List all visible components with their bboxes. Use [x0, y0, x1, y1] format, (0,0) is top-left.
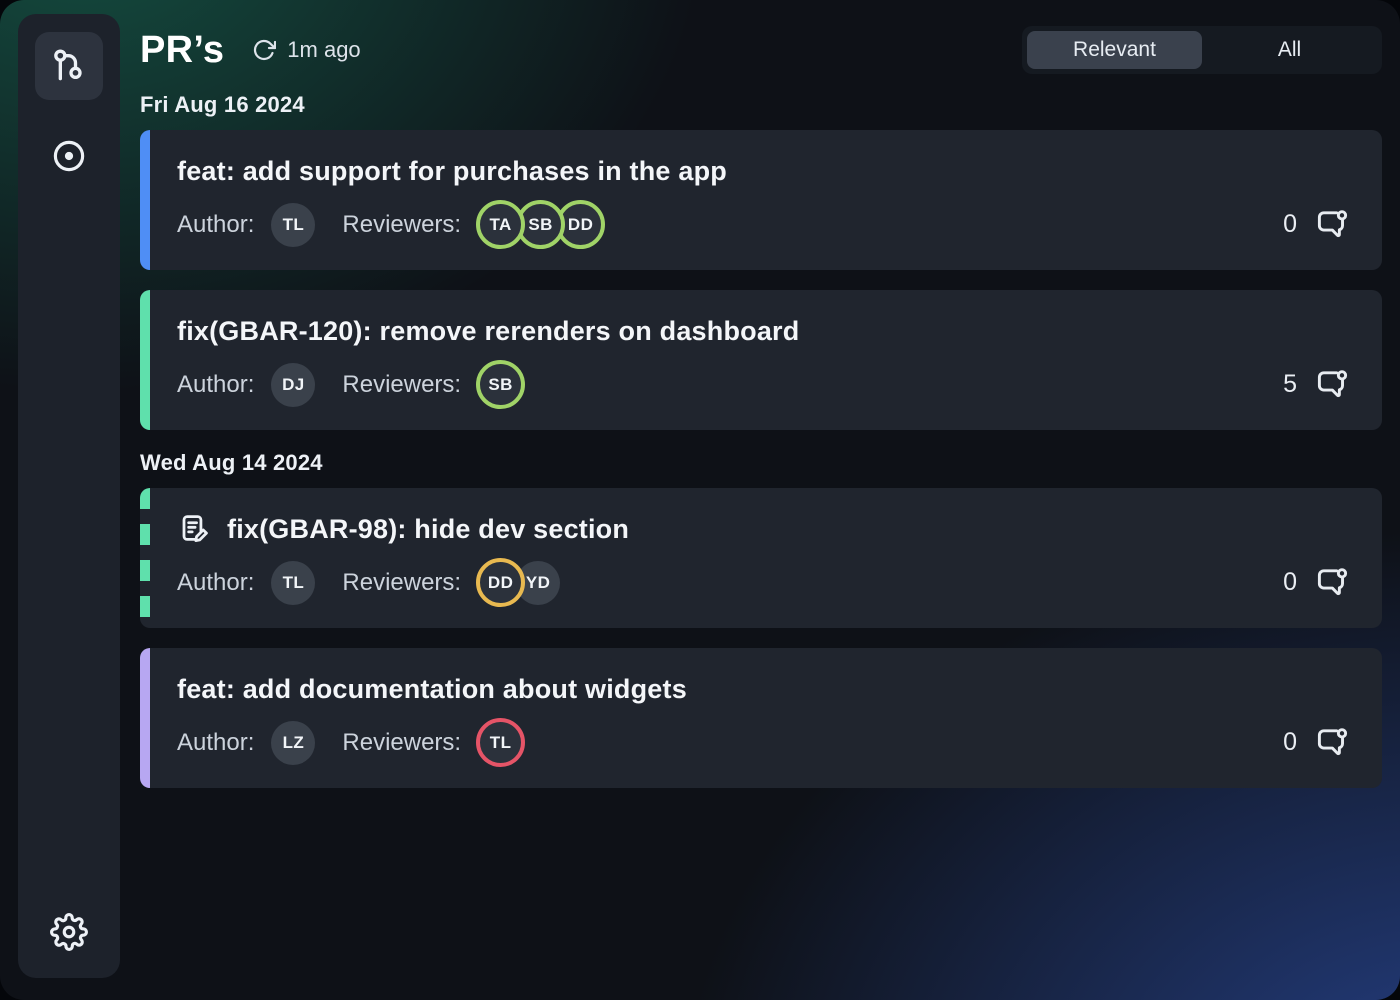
pr-card[interactable]: fix(GBAR-98): hide dev section Author: T… — [140, 488, 1382, 628]
comment-icon[interactable] — [1314, 564, 1351, 601]
author-avatar: TL — [271, 203, 315, 247]
header: PR’s 1m ago Relevant All — [140, 24, 1382, 76]
reviewer-avatars: SB — [476, 360, 525, 409]
pr-title: feat: add documentation about widgets — [177, 674, 687, 705]
comment-count: 0 — [1283, 728, 1297, 757]
comment-icon[interactable] — [1314, 366, 1351, 403]
issue-circle-dot-icon — [50, 137, 88, 175]
pr-card[interactable]: feat: add support for purchases in the a… — [140, 130, 1382, 270]
pr-title: fix(GBAR-98): hide dev section — [227, 514, 629, 545]
comment-count: 0 — [1283, 568, 1297, 597]
reviewer-avatars: TL — [476, 718, 525, 767]
pr-feed: Fri Aug 16 2024 feat: add support for pu… — [140, 92, 1382, 788]
app-window: PR’s 1m ago Relevant All Fri Aug 16 2024 — [0, 0, 1400, 1000]
sidebar-item-settings[interactable] — [47, 910, 91, 954]
git-pull-request-icon — [49, 46, 89, 86]
author-avatar: TL — [271, 561, 315, 605]
sidebar-item-issues[interactable] — [47, 134, 91, 178]
pr-status-accent-bar — [140, 290, 150, 430]
filter-option-relevant[interactable]: Relevant — [1027, 31, 1202, 69]
pr-status-accent-bar — [140, 130, 150, 270]
filter-toggle: Relevant All — [1022, 26, 1382, 74]
comments: 5 — [1283, 366, 1352, 403]
pr-status-accent-bar — [140, 648, 150, 788]
comment-icon[interactable] — [1314, 724, 1351, 761]
author-label: Author: — [177, 211, 254, 239]
reviewer-avatars: TASBDD — [476, 200, 605, 249]
author-label: Author: — [177, 729, 254, 757]
author-label: Author: — [177, 371, 254, 399]
reviewer-avatar: TA — [476, 200, 525, 249]
refresh-area: 1m ago — [252, 37, 360, 63]
reviewers-label: Reviewers: — [342, 729, 461, 757]
comment-count: 5 — [1283, 370, 1297, 399]
pr-card[interactable]: fix(GBAR-120): remove rerenders on dashb… — [140, 290, 1382, 430]
reviewer-avatar: SB — [476, 360, 525, 409]
draft-pr-icon — [177, 512, 212, 547]
pr-card[interactable]: feat: add documentation about widgets Au… — [140, 648, 1382, 788]
comments: 0 — [1283, 724, 1352, 761]
sidebar — [18, 14, 120, 978]
reviewer-avatar: TL — [476, 718, 525, 767]
date-group: Fri Aug 16 2024 feat: add support for pu… — [140, 92, 1382, 430]
gear-icon — [50, 913, 88, 951]
reviewer-avatar: DD — [476, 558, 525, 607]
pr-title: fix(GBAR-120): remove rerenders on dashb… — [177, 316, 799, 347]
author-avatar: LZ — [271, 721, 315, 765]
main-content: PR’s 1m ago Relevant All Fri Aug 16 2024 — [140, 24, 1382, 808]
refresh-icon[interactable] — [252, 38, 276, 62]
author-avatar: DJ — [271, 363, 315, 407]
author-label: Author: — [177, 569, 254, 597]
reviewers-label: Reviewers: — [342, 371, 461, 399]
comment-count: 0 — [1283, 210, 1297, 239]
page-title: PR’s — [140, 29, 224, 72]
filter-option-all[interactable]: All — [1202, 31, 1377, 69]
comments: 0 — [1283, 564, 1352, 601]
date-heading: Fri Aug 16 2024 — [140, 92, 1382, 118]
date-heading: Wed Aug 14 2024 — [140, 450, 1382, 476]
comments: 0 — [1283, 206, 1352, 243]
pr-status-accent-bar — [140, 488, 150, 628]
date-group: Wed Aug 14 2024 fix(GBAR-98): hide dev s… — [140, 450, 1382, 788]
card-list: feat: add support for purchases in the a… — [140, 130, 1382, 430]
pr-title: feat: add support for purchases in the a… — [177, 156, 727, 187]
reviewers-label: Reviewers: — [342, 211, 461, 239]
comment-icon[interactable] — [1314, 206, 1351, 243]
reviewer-avatars: DDYD — [476, 558, 560, 607]
card-list: fix(GBAR-98): hide dev section Author: T… — [140, 488, 1382, 788]
last-refreshed-time: 1m ago — [287, 37, 360, 63]
reviewers-label: Reviewers: — [342, 569, 461, 597]
sidebar-item-pull-requests[interactable] — [35, 32, 103, 100]
